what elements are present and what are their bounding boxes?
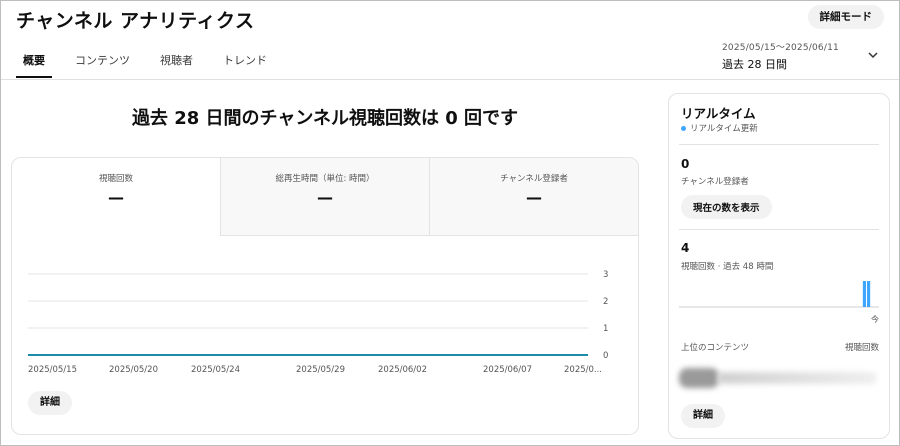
- divider: [679, 229, 879, 230]
- x-tick-label: 2025/0...: [564, 365, 602, 375]
- realtime-subscribers-value: 0: [681, 157, 690, 171]
- y-tick-label: 3: [603, 270, 608, 280]
- realtime-subscribers-label: チャンネル登録者: [681, 177, 749, 187]
- page-title: チャンネル アナリティクス: [16, 10, 255, 32]
- tab-overview[interactable]: 概要: [16, 48, 52, 78]
- top-content-label: 上位のコンテンツ: [681, 343, 750, 353]
- chart-detail-button[interactable]: 詳細: [28, 391, 72, 415]
- metric-value: —: [317, 188, 333, 207]
- date-period-text: 過去 28 日間: [722, 58, 787, 71]
- realtime-detail-button[interactable]: 詳細: [681, 404, 725, 428]
- sparkline-bar: [862, 281, 866, 307]
- x-tick-label: 2025/05/15: [28, 365, 77, 375]
- realtime-views-value: 4: [681, 241, 690, 255]
- y-tick-label: 1: [603, 324, 608, 334]
- realtime-views-label: 視聴回数 · 過去 48 時間: [681, 262, 774, 272]
- advanced-mode-button[interactable]: 詳細モード: [807, 5, 884, 29]
- metric-label: 視聴回数: [98, 174, 133, 184]
- tab-bar: 概要 コンテンツ 視聴者 トレンド: [16, 48, 290, 78]
- realtime-card: リアルタイム リアルタイム更新 0 チャンネル登録者 現在の数を表示 4 視聴回…: [668, 93, 890, 439]
- content-title-blurred: [717, 372, 877, 384]
- date-range-selector[interactable]: 2025/05/15～2025/06/11 過去 28 日間: [722, 40, 839, 72]
- x-tick-label: 2025/05/29: [296, 365, 345, 375]
- views-headline: 過去 28 日間のチャンネル視聴回数は 0 回です: [131, 108, 519, 129]
- metrics-card: 視聴回数 — 総再生時間（単位: 時間） — チャンネル登録者 — 0 1 2 3 20…: [11, 157, 639, 435]
- realtime-title: リアルタイム: [681, 106, 756, 121]
- content-thumbnail-blurred[interactable]: [679, 368, 719, 388]
- tab-trends[interactable]: トレンド: [216, 48, 274, 78]
- realtime-status-text: リアルタイム更新: [690, 124, 758, 134]
- x-tick-label: 2025/06/07: [483, 365, 532, 375]
- metric-value: —: [108, 188, 124, 207]
- x-tick-label: 2025/06/02: [378, 365, 427, 375]
- header-divider: [1, 79, 899, 80]
- views-line-chart: 0 1 2 3 2025/05/15 2025/05/20 2025/05/24 2025/0…: [28, 270, 608, 375]
- metric-watch-time[interactable]: 総再生時間（単位: 時間） —: [220, 158, 429, 236]
- x-tick-label: 2025/05/24: [191, 365, 240, 375]
- metric-subscribers[interactable]: チャンネル登録者 —: [429, 158, 638, 236]
- sparkline-bar: [867, 281, 871, 307]
- tab-audience[interactable]: 視聴者: [153, 48, 200, 78]
- metric-tabs: 視聴回数 — 総再生時間（単位: 時間） — チャンネル登録者 —: [12, 158, 638, 236]
- y-tick-label: 2: [603, 297, 608, 307]
- divider: [679, 144, 879, 145]
- date-range-text: 2025/05/15～2025/06/11: [722, 43, 839, 53]
- metric-value: —: [526, 188, 542, 207]
- chevron-down-icon[interactable]: [866, 48, 880, 62]
- tab-content[interactable]: コンテンツ: [68, 48, 137, 78]
- x-tick-label: 2025/05/20: [109, 365, 158, 375]
- realtime-sparkline: [679, 281, 879, 308]
- metric-label: 総再生時間（単位: 時間）: [275, 174, 375, 184]
- y-tick-label: 0: [603, 351, 608, 361]
- metric-label: チャンネル登録者: [500, 174, 568, 184]
- now-label: 今: [871, 315, 879, 324]
- realtime-status: リアルタイム更新: [681, 122, 758, 134]
- metric-views[interactable]: 視聴回数 —: [12, 158, 220, 236]
- views-column-label: 視聴回数: [844, 343, 879, 353]
- live-dot-icon: [681, 125, 686, 131]
- show-current-count-button[interactable]: 現在の数を表示: [681, 195, 772, 219]
